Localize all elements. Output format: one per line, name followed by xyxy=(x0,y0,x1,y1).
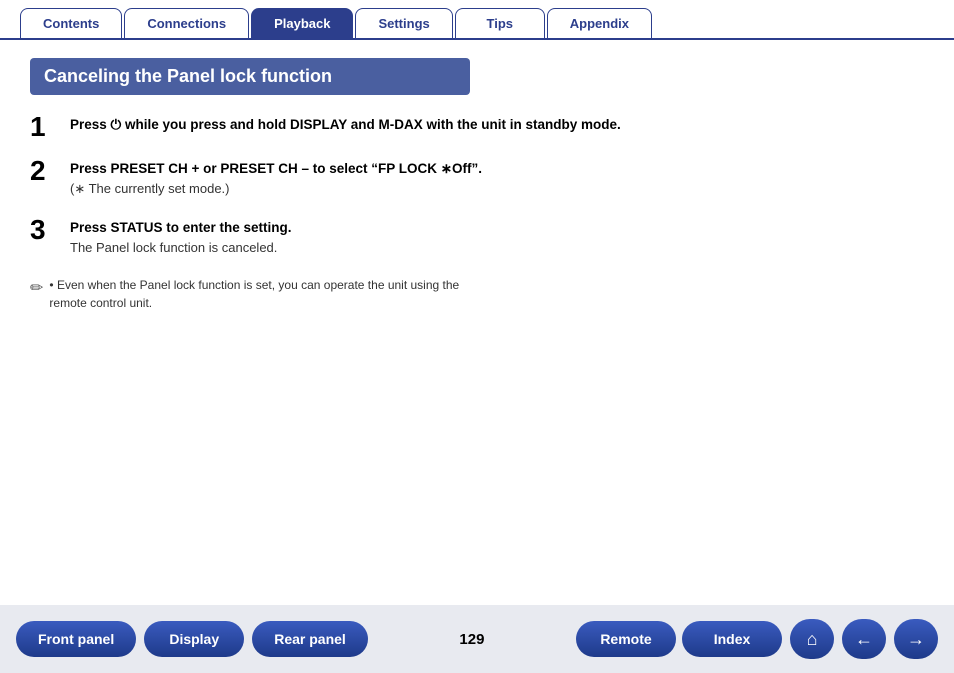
tab-tips[interactable]: Tips xyxy=(455,8,545,38)
step-2: 2 Press PRESET CH + or PRESET CH – to se… xyxy=(30,159,924,200)
note-text: • Even when the Panel lock function is s… xyxy=(49,276,479,312)
step-content-3: Press STATUS to enter the setting. The P… xyxy=(70,218,292,259)
main-content: Canceling the Panel lock function 1 Pres… xyxy=(0,40,954,322)
remote-button[interactable]: Remote xyxy=(576,621,676,657)
step-number-2: 2 xyxy=(30,157,70,185)
step-content-2: Press PRESET CH + or PRESET CH – to sele… xyxy=(70,159,482,200)
step-2-bold: Press PRESET CH + or PRESET CH – to sele… xyxy=(70,161,482,176)
bottom-left-buttons: Front panel Display Rear panel xyxy=(16,621,368,657)
page-title: Canceling the Panel lock function xyxy=(30,58,470,95)
step-1: 1 Press ⏻ while you press and hold DISPL… xyxy=(30,115,924,141)
page-number: 129 xyxy=(376,631,568,648)
back-button[interactable]: ← xyxy=(842,619,886,659)
tab-contents[interactable]: Contents xyxy=(20,8,122,38)
index-button[interactable]: Index xyxy=(682,621,782,657)
tab-connections[interactable]: Connections xyxy=(124,8,249,38)
step-number-3: 3 xyxy=(30,216,70,244)
note-section: ✏ • Even when the Panel lock function is… xyxy=(30,276,924,312)
step-2-sub: (∗ The currently set mode.) xyxy=(70,181,230,196)
bottom-right-buttons: Remote Index ⌂ ← → xyxy=(576,619,938,659)
bottom-bar: Front panel Display Rear panel 129 Remot… xyxy=(0,605,954,673)
note-content: Even when the Panel lock function is set… xyxy=(49,278,459,310)
home-button[interactable]: ⌂ xyxy=(790,619,834,659)
step-3-sub: The Panel lock function is canceled. xyxy=(70,240,277,255)
forward-button[interactable]: → xyxy=(894,619,938,659)
step-content-1: Press ⏻ while you press and hold DISPLAY… xyxy=(70,115,621,135)
tab-appendix[interactable]: Appendix xyxy=(547,8,652,38)
rear-panel-button[interactable]: Rear panel xyxy=(252,621,368,657)
front-panel-button[interactable]: Front panel xyxy=(16,621,136,657)
step-number-1: 1 xyxy=(30,113,70,141)
tab-settings[interactable]: Settings xyxy=(355,8,452,38)
step-3: 3 Press STATUS to enter the setting. The… xyxy=(30,218,924,259)
step-3-bold: Press STATUS to enter the setting. xyxy=(70,220,292,235)
step-1-text: Press ⏻ while you press and hold DISPLAY… xyxy=(70,117,621,132)
display-button[interactable]: Display xyxy=(144,621,244,657)
tab-playback[interactable]: Playback xyxy=(251,8,353,38)
note-icon: ✏ xyxy=(30,278,43,298)
tab-bar: Contents Connections Playback Settings T… xyxy=(0,0,954,40)
